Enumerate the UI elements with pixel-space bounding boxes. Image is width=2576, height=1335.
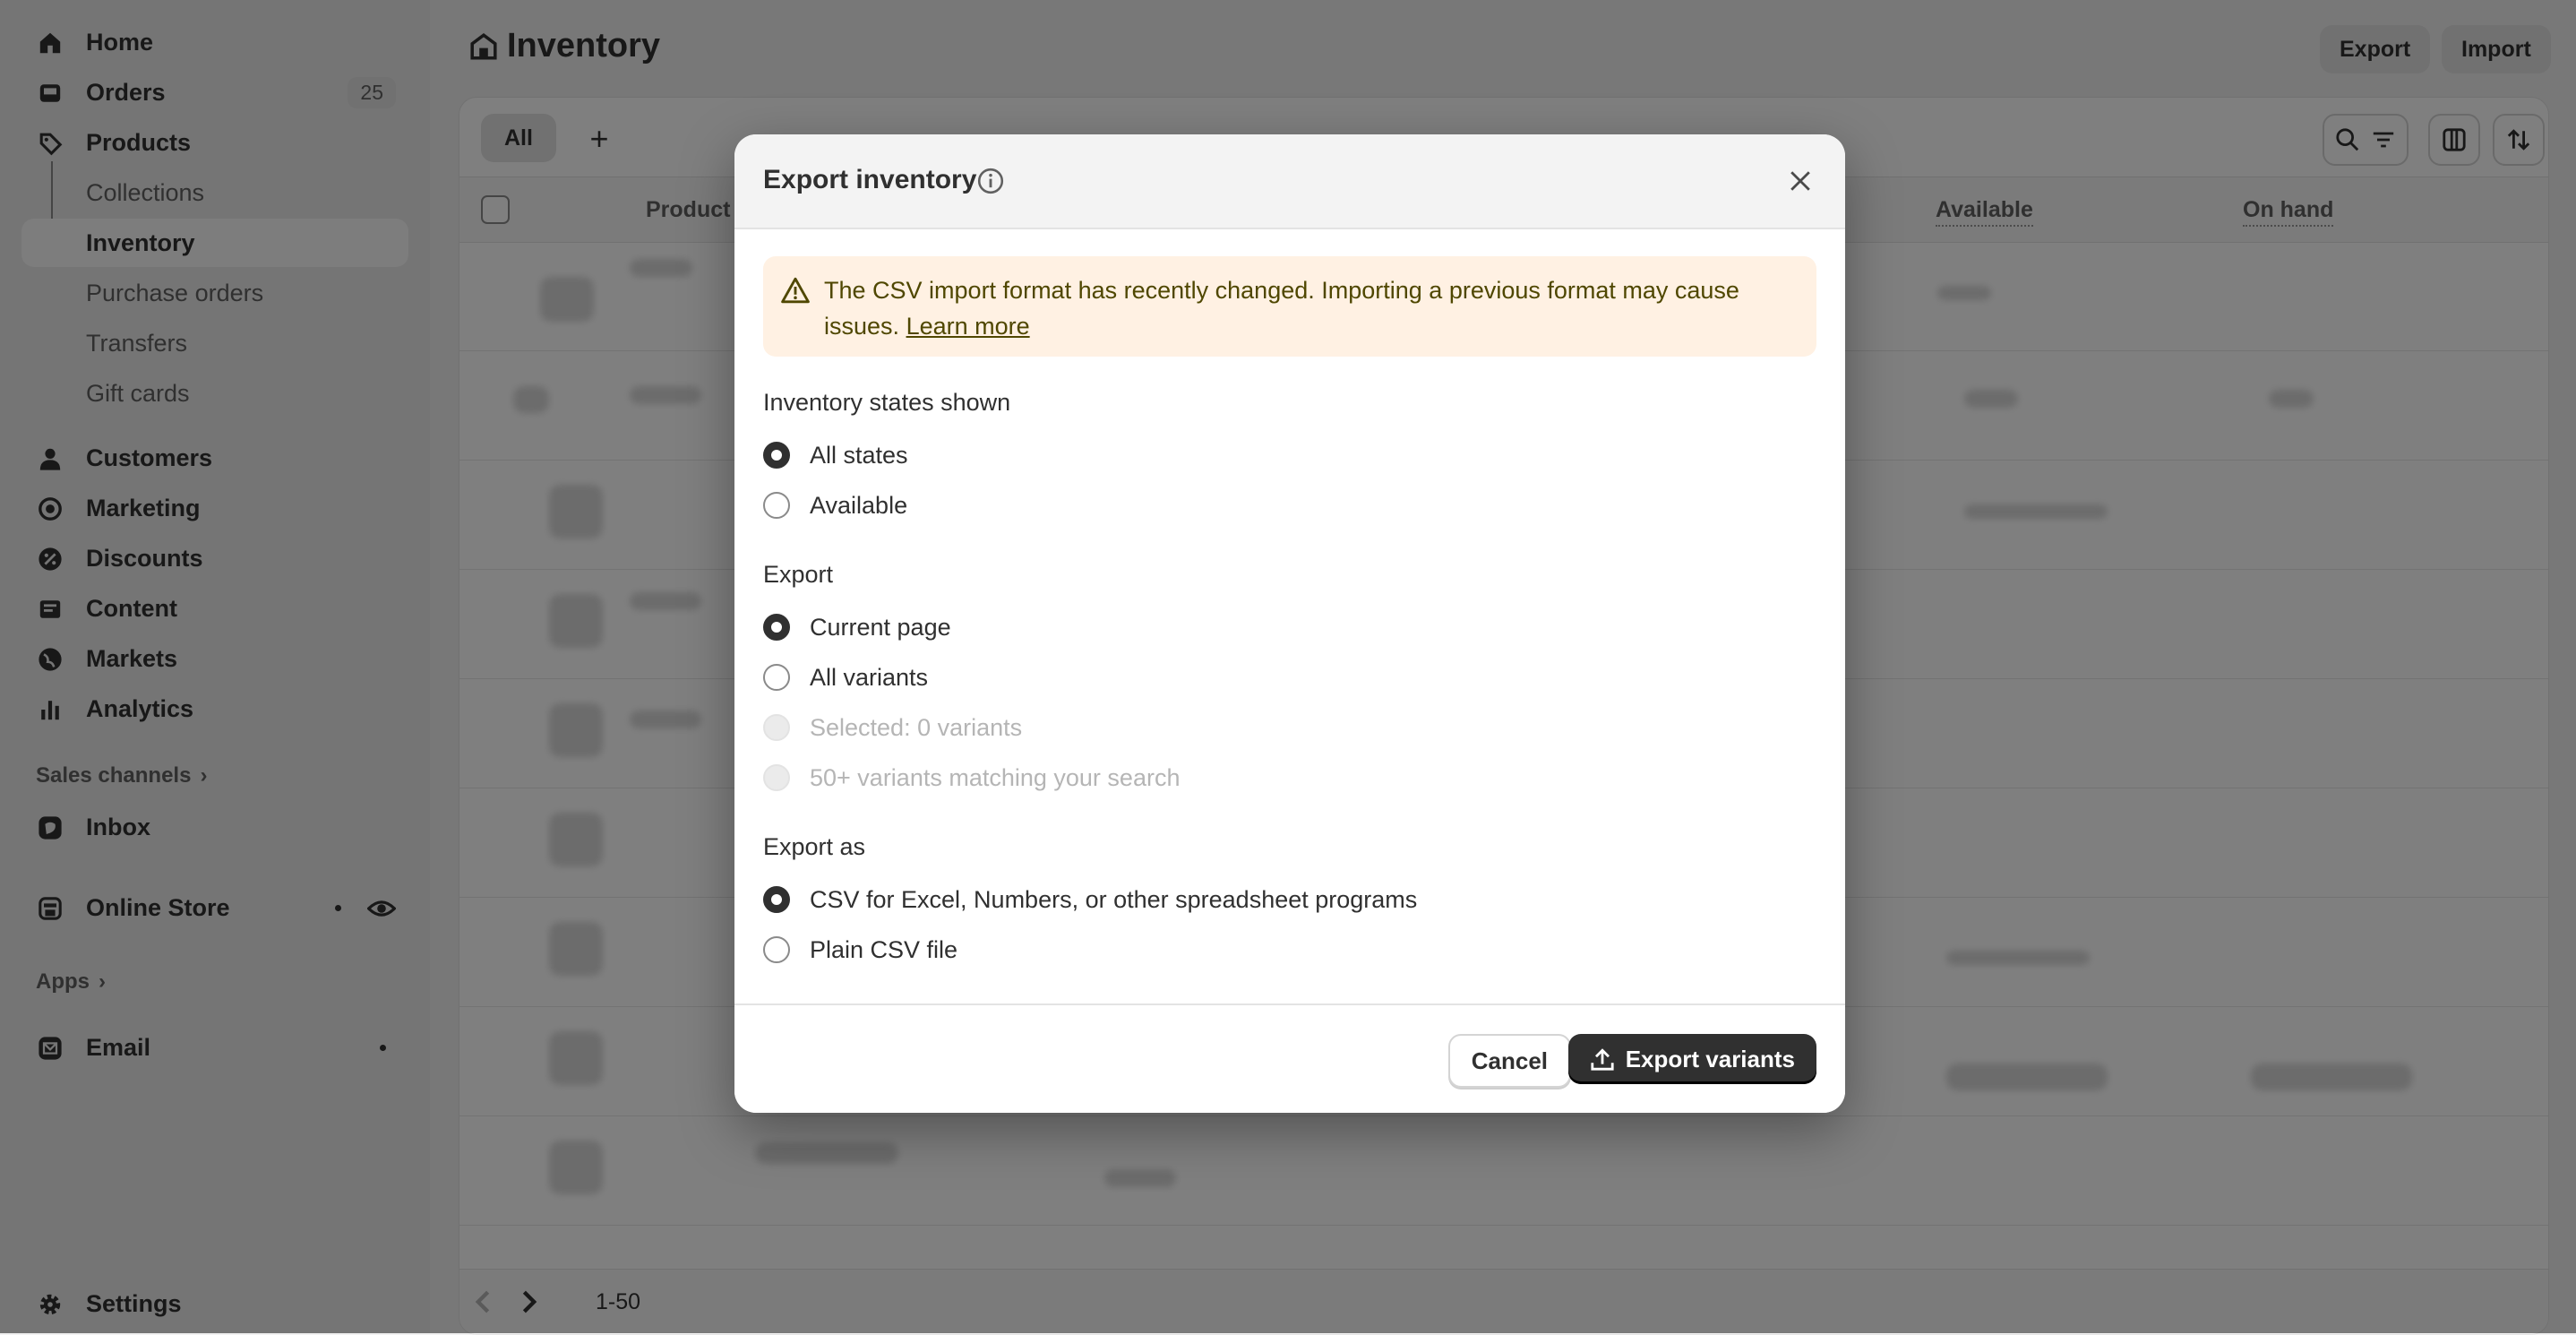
- radio-available[interactable]: Available: [763, 487, 907, 523]
- cancel-button-label: Cancel: [1471, 1046, 1548, 1074]
- export-variants-label: Export variants: [1625, 1045, 1795, 1072]
- radio-label: All variants: [810, 663, 929, 691]
- warning-text: The CSV import format has recently chang…: [824, 272, 1800, 344]
- warning-banner: The CSV import format has recently chang…: [763, 256, 1816, 357]
- radio-all-variants[interactable]: All variants: [763, 659, 928, 695]
- cancel-button[interactable]: Cancel: [1447, 1034, 1571, 1088]
- radio-label: Selected: 0 variants: [810, 713, 1023, 741]
- warning-icon: [781, 277, 810, 304]
- radio-plain-csv[interactable]: Plain CSV file: [763, 932, 957, 968]
- radio-label: All states: [810, 441, 908, 469]
- export-group-label: Export: [763, 561, 834, 588]
- modal-header: Export inventory: [734, 134, 1845, 229]
- radio-all-states[interactable]: All states: [763, 437, 908, 473]
- modal-footer: Cancel Export variants: [734, 1003, 1845, 1113]
- radio-button: [763, 886, 790, 913]
- radio-button: [763, 714, 790, 741]
- radio-label: 50+ variants matching your search: [810, 763, 1181, 791]
- radio-button: [763, 492, 790, 519]
- radio-button: [763, 664, 790, 691]
- modal-title: Export inventory: [763, 165, 977, 194]
- radio-button: [763, 936, 790, 963]
- export-as-group-label: Export as: [763, 833, 866, 860]
- radio-label: Available: [810, 491, 908, 519]
- close-icon: [1790, 171, 1810, 191]
- radio-label: Current page: [810, 613, 951, 641]
- close-button[interactable]: [1781, 161, 1820, 201]
- export-inventory-modal: Export inventory The CSV import format h…: [734, 134, 1845, 1113]
- upload-icon: [1591, 1048, 1614, 1071]
- radio-current-page[interactable]: Current page: [763, 609, 951, 645]
- radio-label: Plain CSV file: [810, 935, 958, 963]
- radio-label: CSV for Excel, Numbers, or other spreads…: [810, 885, 1418, 913]
- radio-button: [763, 442, 790, 469]
- info-icon[interactable]: [976, 167, 1005, 195]
- export-variants-button[interactable]: Export variants: [1567, 1034, 1816, 1084]
- radio-matching-variants: 50+ variants matching your search: [763, 760, 1180, 796]
- radio-csv-excel[interactable]: CSV for Excel, Numbers, or other spreads…: [763, 882, 1417, 917]
- states-group-label: Inventory states shown: [763, 389, 1011, 416]
- radio-selected-variants: Selected: 0 variants: [763, 710, 1022, 745]
- radio-button: [763, 764, 790, 791]
- learn-more-link[interactable]: Learn more: [906, 313, 1030, 340]
- radio-button: [763, 614, 790, 641]
